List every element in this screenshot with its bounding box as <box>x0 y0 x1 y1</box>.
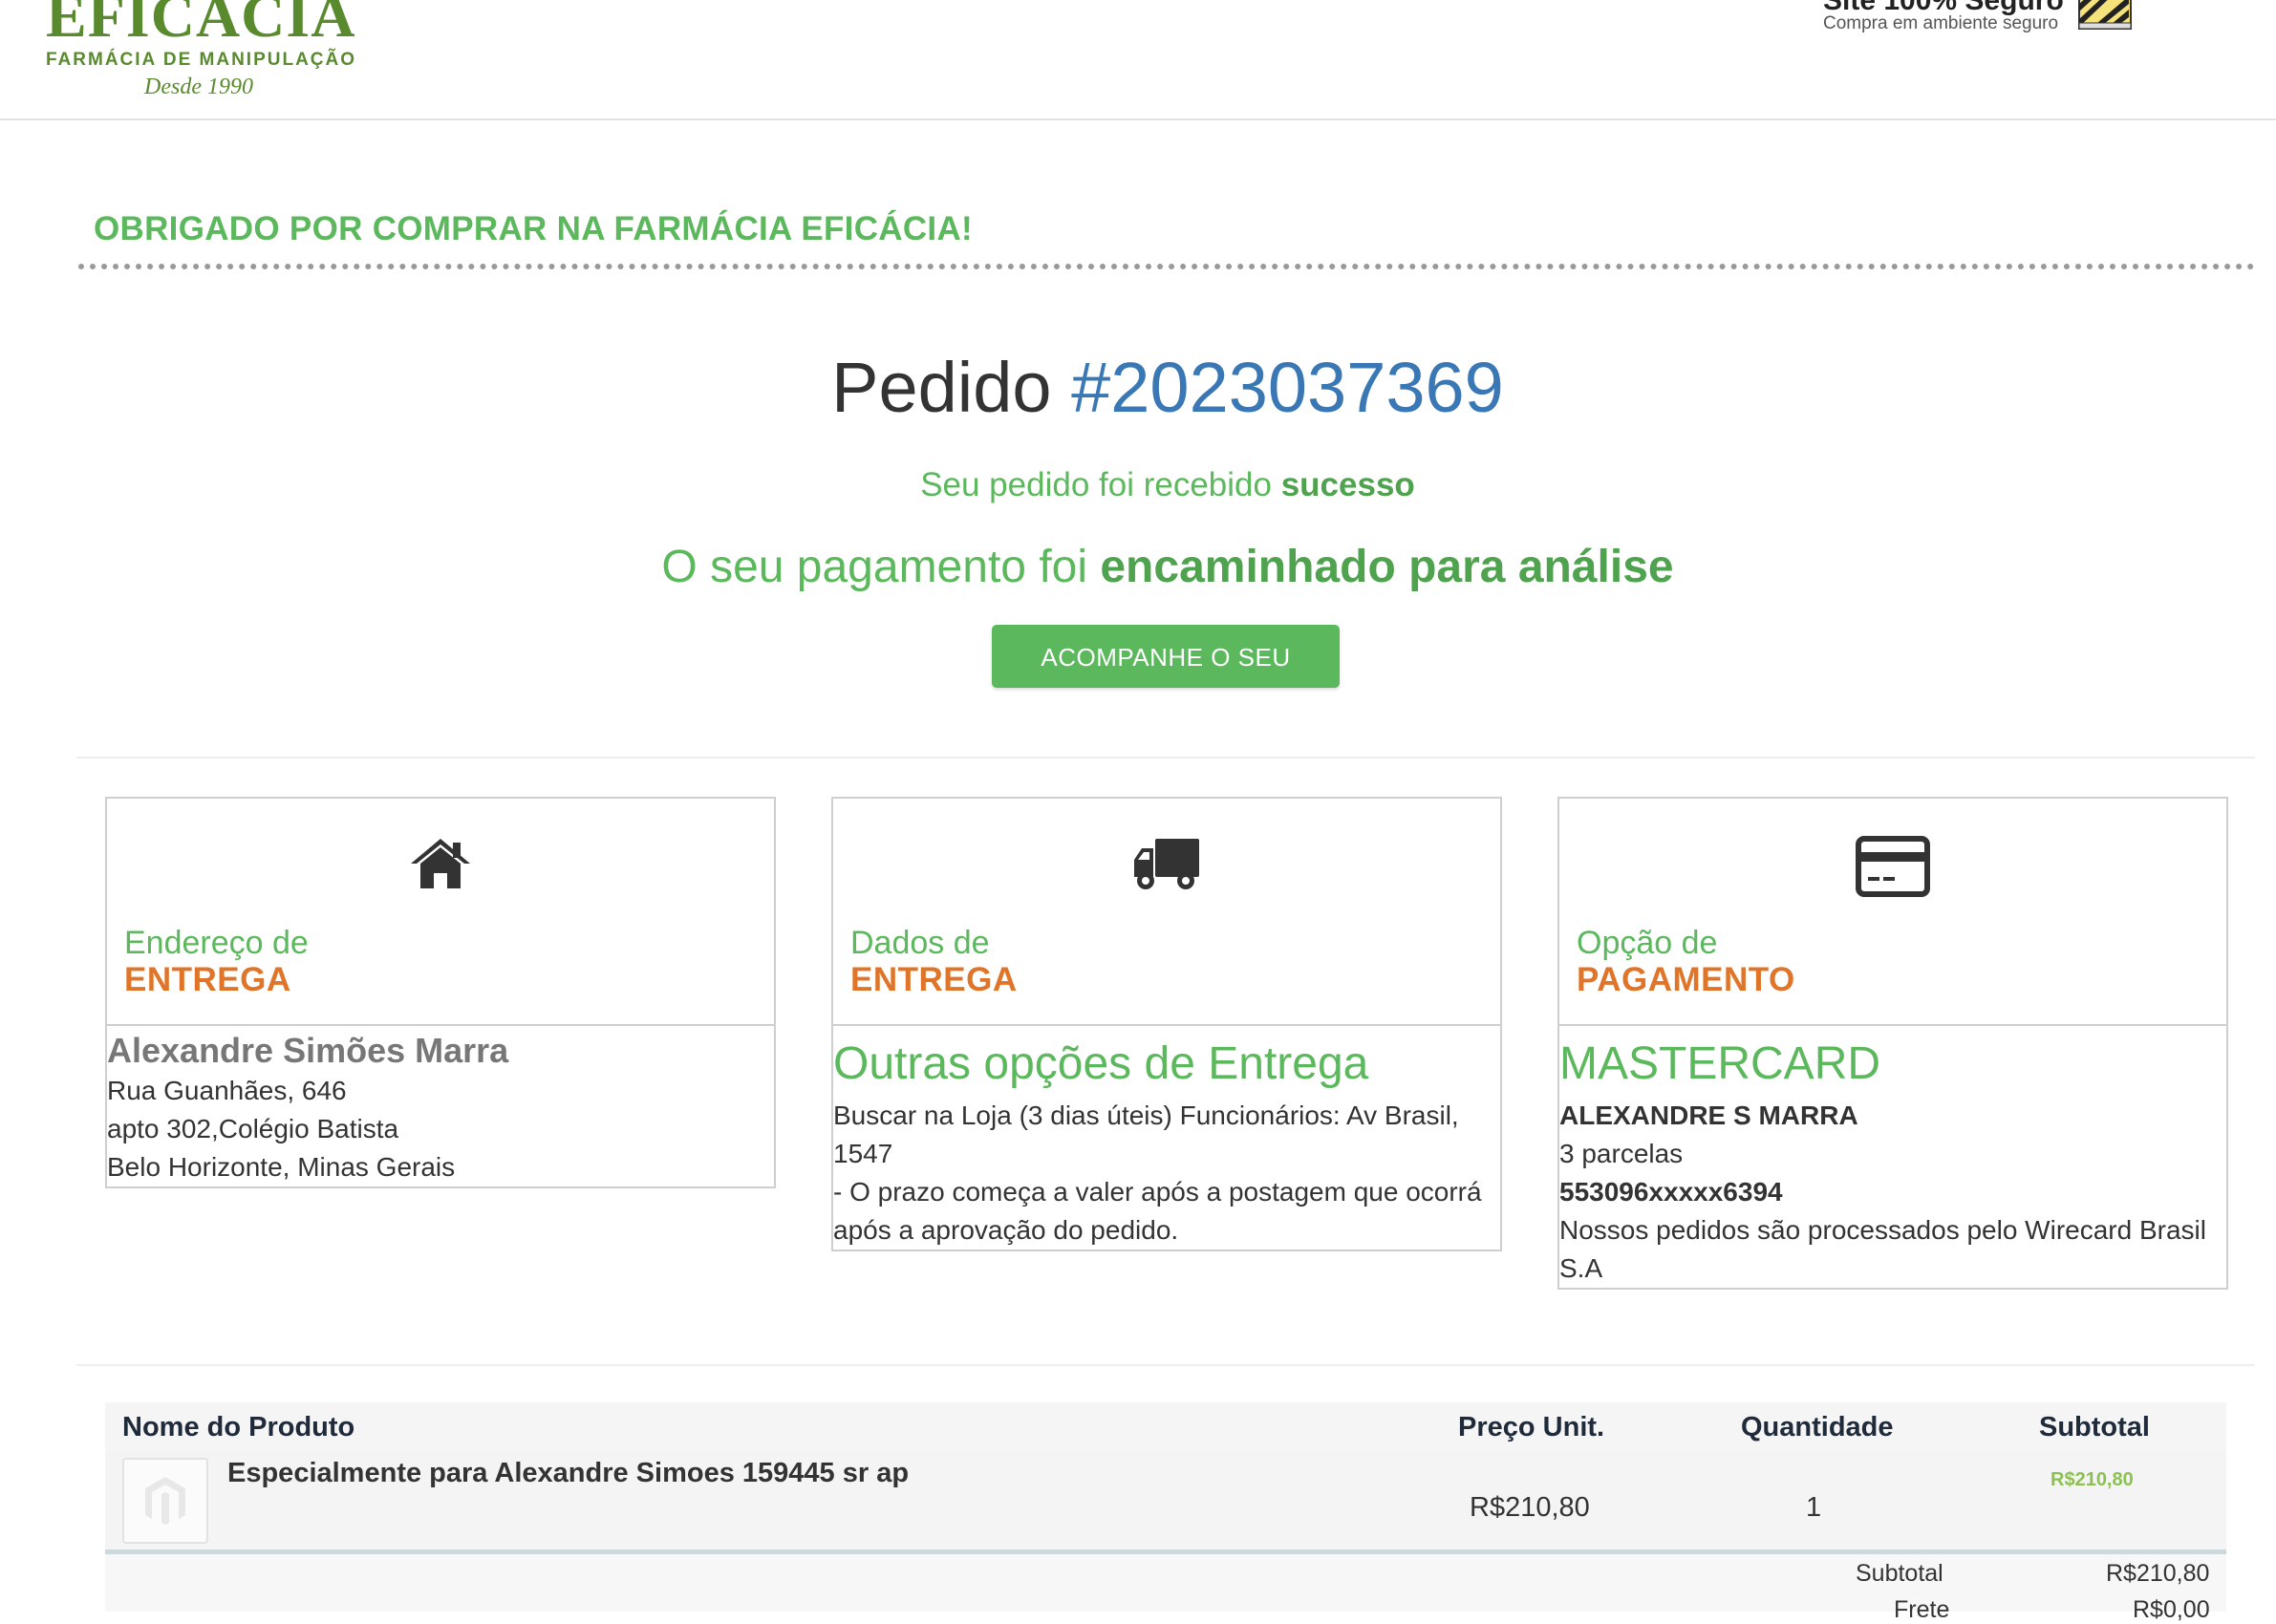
box-caption-strong: PAGAMENTO <box>1577 961 1795 998</box>
payment-analysis-message: O seu pagamento foi encaminhado para aná… <box>0 541 2276 593</box>
section-divider <box>76 757 2255 759</box>
box-caption: Dados de <box>850 925 990 961</box>
card-number: 553096xxxxx6394 <box>1559 1177 1783 1207</box>
box-caption: Opção de <box>1577 925 1718 961</box>
address-city: Belo Horizonte, Minas Gerais <box>107 1152 456 1182</box>
address-street: Rua Guanhães, 646 <box>107 1076 347 1105</box>
site-logo[interactable]: EFICACIA FARMÁCIA DE MANIPULAÇÃO Desde 1… <box>46 0 357 100</box>
received-strong: sucesso <box>1280 466 1415 503</box>
logo-subtitle: FARMÁCIA DE MANIPULAÇÃO <box>46 50 357 70</box>
truck-icon <box>1134 839 1199 889</box>
address-complement: apto 302,Colégio Batista <box>107 1114 399 1143</box>
table-row: Especialmente para Alexandre Simoes 1594… <box>105 1450 2226 1554</box>
secure-title: Site 100% Seguro <box>1823 0 2064 16</box>
card-brand: MASTERCARD <box>1559 1038 1881 1089</box>
product-name[interactable]: Especialmente para Alexandre Simoes 1594… <box>227 1458 909 1489</box>
subtotal-label: Subtotal <box>1856 1560 1943 1587</box>
shipping-detail: após a aprovação do pedido. <box>833 1215 1179 1245</box>
shipping-value: R$0,00 <box>2133 1596 2210 1623</box>
box-body: Alexandre Simões Marra Rua Guanhães, 646… <box>107 1026 774 1186</box>
box-body: MASTERCARD ALEXANDRE S MARRA 3 parcelas … <box>1559 1026 2226 1288</box>
box-header: Endereço de ENTREGA <box>107 799 774 1026</box>
product-quantity: 1 <box>1806 1492 1822 1523</box>
customer-name: Alexandre Simões Marra <box>107 1031 509 1070</box>
product-unit-price: R$210,80 <box>1470 1492 1590 1523</box>
delivery-address-box: Endereço de ENTREGA Alexandre Simões Mar… <box>105 797 776 1188</box>
home-icon <box>411 839 470 888</box>
product-placeholder-icon <box>145 1477 185 1525</box>
order-items-table: Nome do Produto Preço Unit. Quantidade S… <box>105 1402 2226 1623</box>
section-divider <box>76 1364 2255 1366</box>
box-header: Dados de ENTREGA <box>833 799 1500 1026</box>
track-order-button[interactable]: ACOMPANHE O SEU PEDIDO <box>992 625 1340 735</box>
order-totals: Subtotal R$210,80 Frete R$0,00 <box>105 1554 2226 1623</box>
order-received-message: Seu pedido foi recebido sucesso <box>0 466 2276 504</box>
card-holder: ALEXANDRE S MARRA <box>1559 1100 1858 1130</box>
order-number: #2023037369 <box>1071 348 1504 427</box>
analysis-text: O seu pagamento foi <box>661 542 1088 592</box>
site-header: EFICACIA FARMÁCIA DE MANIPULAÇÃO Desde 1… <box>0 0 2276 120</box>
shipping-detail: - O prazo começa a valer após a postagem… <box>833 1177 1482 1207</box>
logo-name: EFICACIA <box>46 0 356 50</box>
product-subtotal: R$210,80 <box>2051 1469 2134 1490</box>
shipping-data-box: Dados de ENTREGA Outras opções de Entreg… <box>831 797 1502 1251</box>
box-header: Opção de PAGAMENTO <box>1559 799 2226 1026</box>
thank-you-heading: OBRIGADO POR COMPRAR NA FARMÁCIA EFICÁCI… <box>94 210 973 247</box>
secure-lock-icon <box>2078 0 2132 30</box>
product-thumbnail[interactable] <box>122 1458 208 1544</box>
shipping-detail: 1547 <box>833 1139 893 1168</box>
column-header-product: Nome do Produto <box>122 1412 355 1442</box>
box-caption-strong: ENTREGA <box>850 961 1018 998</box>
box-body: Outras opções de Entrega Buscar na Loja … <box>833 1026 1500 1250</box>
box-caption: Endereço de <box>124 925 309 961</box>
column-header-quantity: Quantidade <box>1741 1412 1894 1442</box>
box-caption-strong: ENTREGA <box>124 961 291 998</box>
installments: 3 parcelas <box>1559 1139 1684 1168</box>
payment-option-box: Opção de PAGAMENTO MASTERCARD ALEXANDRE … <box>1557 797 2228 1290</box>
secure-site-badge: Site 100% Seguro Compra em ambiente segu… <box>1823 0 2138 38</box>
order-title: Pedido #2023037369 <box>0 348 2276 428</box>
secure-subtitle: Compra em ambiente seguro <box>1823 13 2059 33</box>
subtotal-value: R$210,80 <box>2106 1560 2210 1587</box>
dotted-divider <box>78 264 2255 269</box>
payment-processor-note: S.A <box>1559 1253 1603 1283</box>
shipping-label: Frete <box>1894 1596 1950 1623</box>
column-header-subtotal: Subtotal <box>2039 1412 2150 1442</box>
logo-since: Desde 1990 <box>144 75 253 99</box>
shipping-method: Outras opções de Entrega <box>833 1038 1369 1089</box>
table-header: Nome do Produto Preço Unit. Quantidade S… <box>105 1402 2226 1450</box>
order-label: Pedido <box>831 348 1052 427</box>
analysis-strong: encaminhado para análise <box>1100 542 1674 592</box>
shipping-detail: Buscar na Loja (3 dias úteis) Funcionári… <box>833 1100 1459 1130</box>
received-text: Seu pedido foi recebido <box>920 466 1272 503</box>
payment-processor-note: Nossos pedidos são processados pelo Wire… <box>1559 1215 2206 1245</box>
credit-card-icon <box>1856 836 1930 897</box>
column-header-unit-price: Preço Unit. <box>1458 1412 1605 1442</box>
